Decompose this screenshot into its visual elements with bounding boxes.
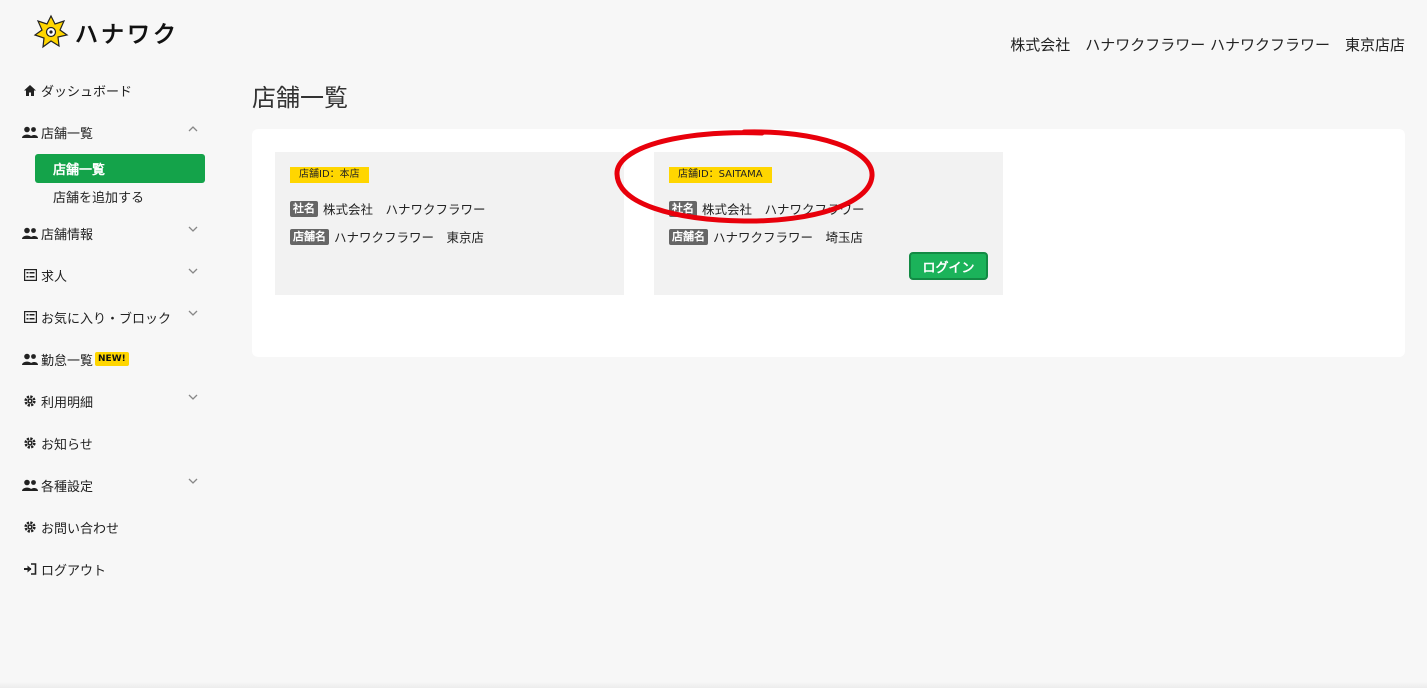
home-icon: [22, 83, 38, 97]
store-name: ハナワクフラワー 東京店: [334, 230, 485, 245]
sidebar-item-store-info[interactable]: 店舗情報: [22, 221, 200, 245]
sidebar-item-label: お知らせ: [41, 437, 93, 453]
sidebar-item-label: 求人: [41, 269, 68, 285]
brand-logo[interactable]: ハナワク: [33, 14, 179, 50]
company-tag: 社名: [290, 200, 318, 217]
sidebar-item-label: 利用明細: [41, 395, 94, 411]
sidebar-item-label: 店舗一覧: [41, 126, 94, 142]
page-title: 店舗一覧: [252, 84, 348, 112]
chevron-down-icon: [188, 394, 198, 400]
login-button[interactable]: ログイン: [909, 252, 988, 280]
sidebar-item-notices[interactable]: お知らせ: [22, 431, 200, 455]
chevron-down-icon: [188, 310, 198, 316]
company-name: 株式会社 ハナワクフラワー: [323, 202, 486, 217]
sidebar-item-label: お気に入り・ブロック: [41, 311, 172, 327]
page-bottom-edge: [0, 682, 1427, 688]
users-icon: [22, 125, 38, 139]
sidebar-item-label: お問い合わせ: [41, 521, 120, 537]
sidebar-item-label: 勤怠一覧: [41, 353, 94, 369]
sidebar-item-dashboard[interactable]: ダッシュボード: [22, 78, 200, 102]
gear-icon: [22, 436, 38, 450]
sidebar-item-label: ログアウト: [41, 563, 107, 579]
store-id-badge: 店舗ID：本店: [290, 167, 369, 183]
sidebar-item-contact[interactable]: お問い合わせ: [22, 515, 200, 539]
sidebar-item-billing[interactable]: 利用明細: [22, 389, 200, 413]
users-icon: [22, 226, 38, 240]
list-icon: [22, 268, 38, 282]
sidebar-item-label: 店舗情報: [41, 227, 94, 243]
gear-icon: [22, 520, 38, 534]
gear-icon: [22, 394, 38, 408]
header-company-name: 株式会社 ハナワクフラワー ハナワクフラワー 東京店店: [1010, 36, 1405, 54]
company-row: 社名 株式会社 ハナワクフラワー: [290, 199, 486, 218]
store-name: ハナワクフラワー 埼玉店: [713, 230, 864, 245]
chevron-down-icon: [188, 226, 198, 232]
chevron-down-icon: [188, 268, 198, 274]
brand-name: ハナワク: [75, 22, 179, 48]
new-badge: NEW!: [95, 352, 129, 366]
logout-icon: [22, 562, 38, 576]
store-tag: 店舗名: [669, 228, 708, 245]
store-row: 店舗名 ハナワクフラワー 埼玉店: [669, 227, 863, 246]
sidebar-subitem-store-list[interactable]: 店舗一覧: [35, 154, 205, 183]
annotation-ellipse: [614, 129, 875, 224]
sidebar-item-settings[interactable]: 各種設定: [22, 473, 200, 497]
logo-mark-icon: [33, 14, 69, 49]
store-card: 店舗ID：本店 社名 株式会社 ハナワクフラワー 店舗名 ハナワクフラワー 東京…: [275, 152, 624, 295]
sidebar-item-jobs[interactable]: 求人: [22, 263, 200, 287]
sidebar-item-label: 各種設定: [41, 479, 94, 495]
store-tag: 店舗名: [290, 228, 329, 245]
chevron-up-icon: [188, 126, 198, 132]
chevron-down-icon: [188, 478, 198, 484]
sidebar-item-logout[interactable]: ログアウト: [22, 557, 200, 581]
store-row: 店舗名 ハナワクフラワー 東京店: [290, 227, 484, 246]
sidebar-item-store-list[interactable]: 店舗一覧: [22, 120, 200, 144]
sidebar-item-label: ダッシュボード: [41, 84, 133, 100]
sidebar-item-attendance[interactable]: 勤怠一覧 NEW!: [22, 347, 200, 371]
sidebar-item-favorites-block[interactable]: お気に入り・ブロック: [22, 305, 200, 329]
list-icon: [22, 310, 38, 324]
users-icon: [22, 478, 38, 492]
sidebar-subitem-add-store[interactable]: 店舗を追加する: [53, 187, 144, 206]
users-icon: [22, 352, 38, 366]
